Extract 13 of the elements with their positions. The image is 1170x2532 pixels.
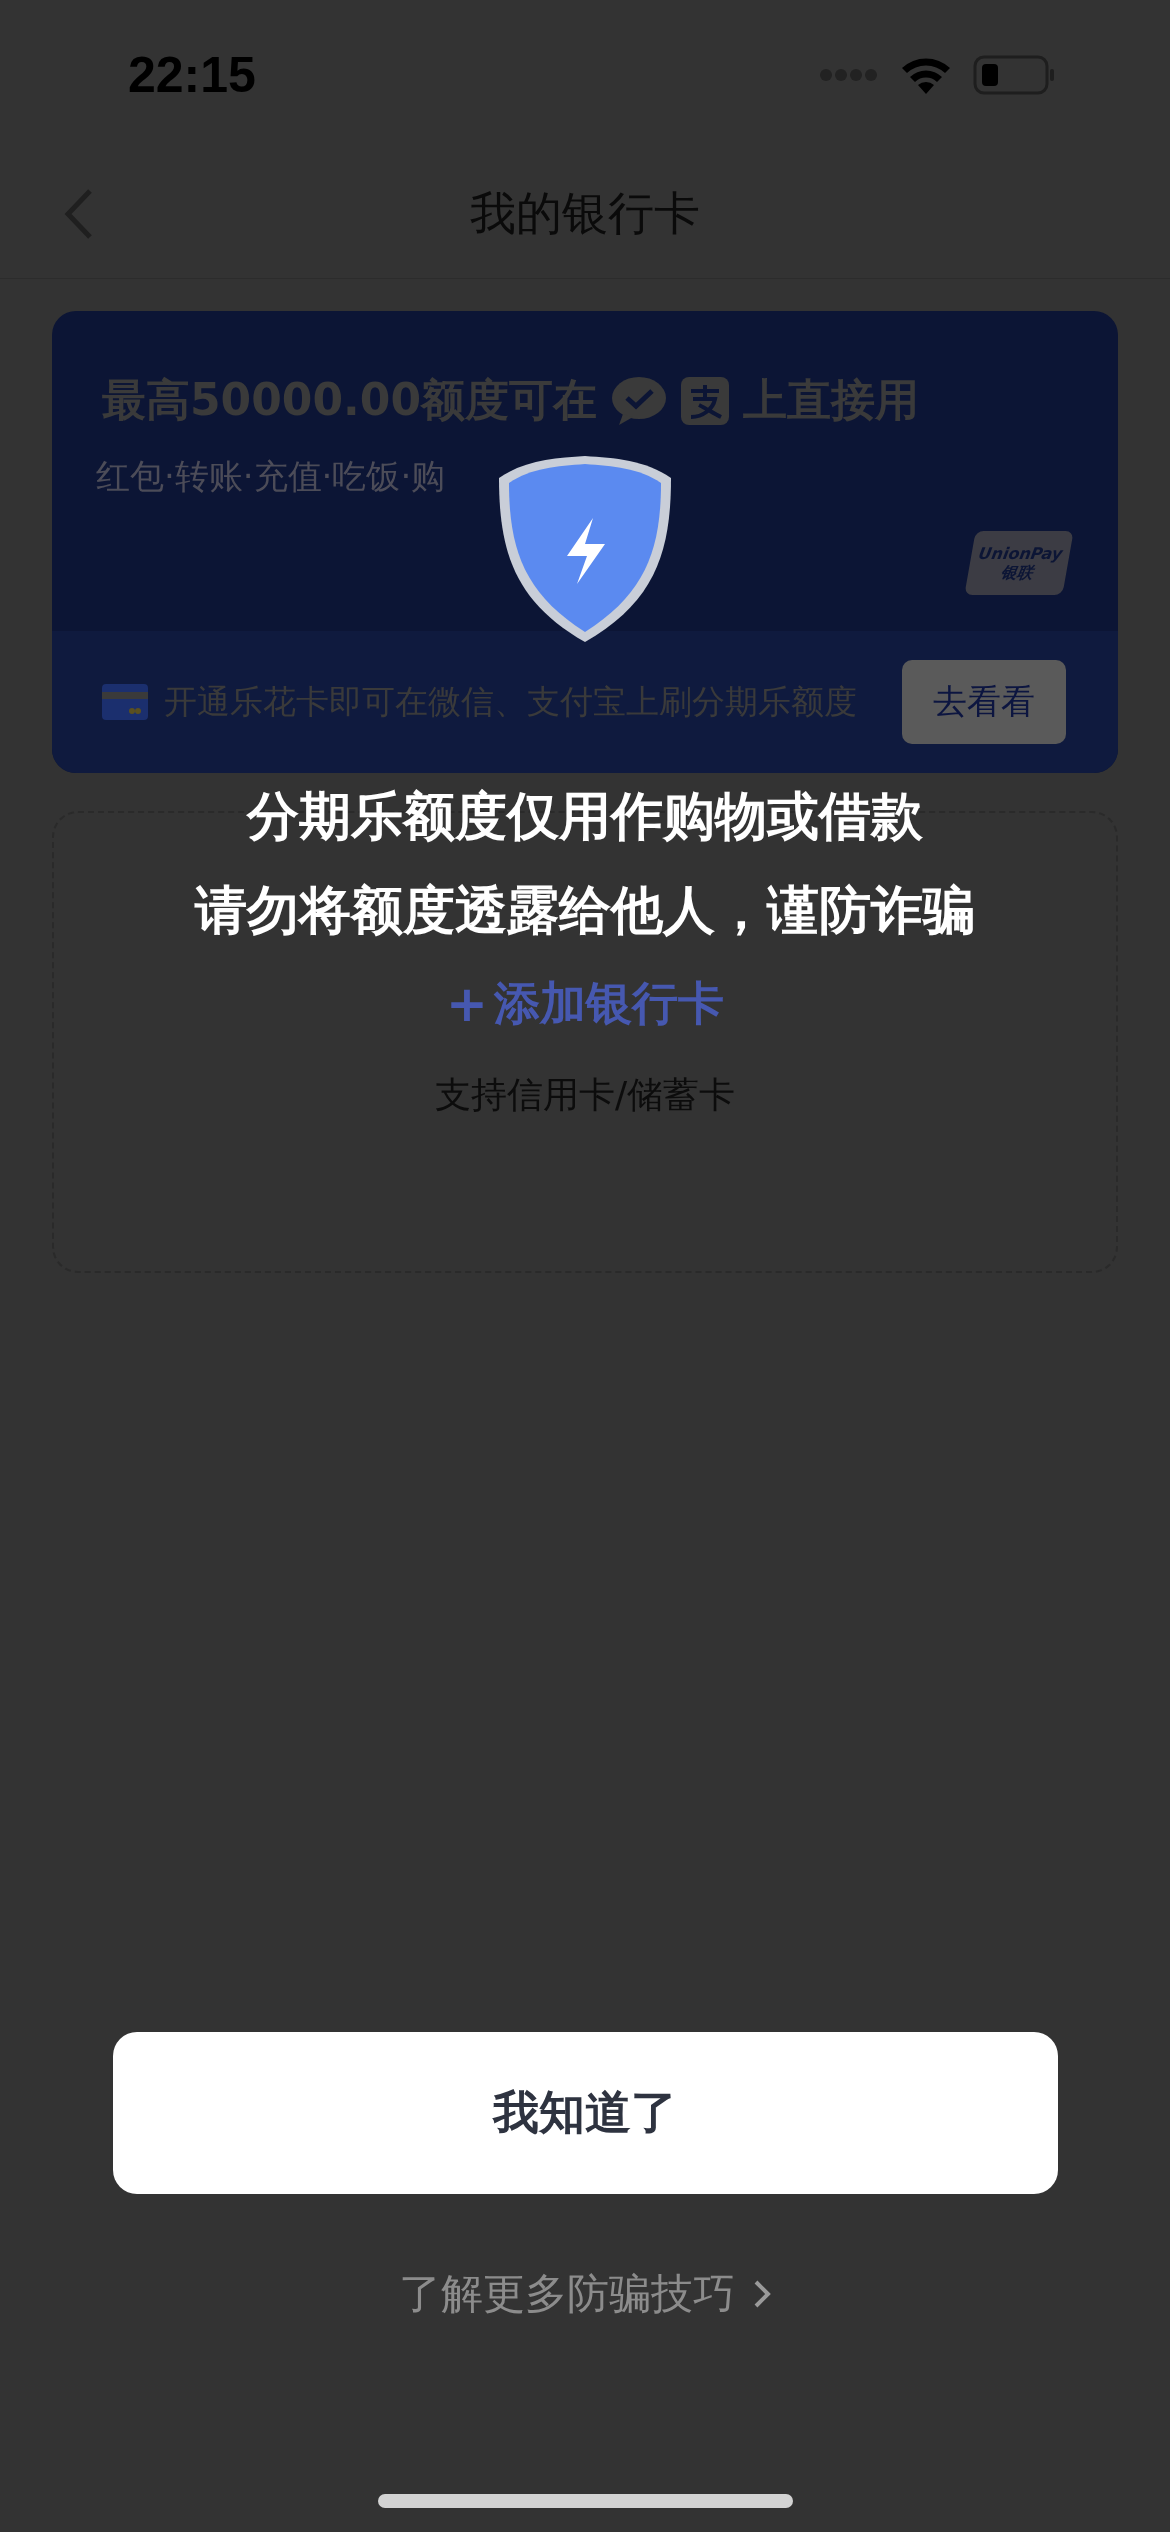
- battery-icon: [973, 55, 1055, 95]
- plus-icon: +: [446, 975, 488, 1033]
- chevron-icon: [753, 2279, 771, 2309]
- warning-text: 请勿将额度透露给他人，谨防诈骗: [195, 879, 975, 942]
- chat-icon: [611, 375, 668, 426]
- add-card-label: 添加银行卡: [493, 975, 724, 1032]
- card-icon: [102, 684, 148, 720]
- view-button[interactable]: 去看看: [902, 660, 1066, 744]
- wifi-icon: [901, 56, 951, 94]
- anti-fraud-link[interactable]: 了解更多防骗技巧: [399, 2266, 771, 2322]
- payment-icon: [681, 376, 730, 425]
- promo-subtitle: 红包·转账·充值·吃饭·购: [96, 455, 447, 498]
- acknowledge-button[interactable]: 我知道了: [112, 2032, 1058, 2194]
